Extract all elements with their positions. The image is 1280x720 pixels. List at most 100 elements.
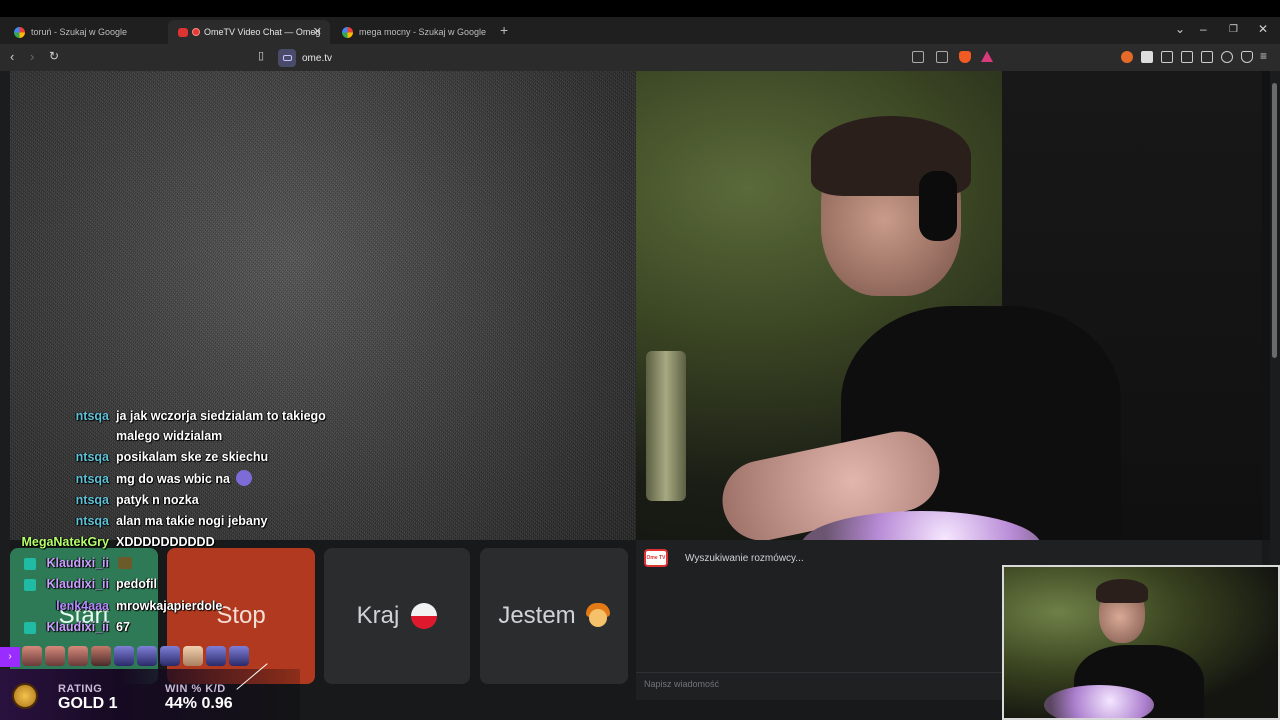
left-gutter — [0, 71, 10, 720]
subscriber-badge-icon — [24, 558, 36, 570]
chat-username: ntsqa — [75, 493, 109, 507]
extensions-puzzle-icon[interactable] — [1161, 51, 1173, 63]
chat-username: ntsqa — [75, 409, 109, 423]
chat-username: ntsqa — [75, 450, 109, 464]
agent-avatar-icon — [114, 646, 134, 666]
wallet-icon[interactable] — [1201, 51, 1213, 63]
agent-avatar-icon — [183, 646, 203, 666]
rating-value: GOLD 1 — [58, 695, 118, 712]
google-icon — [14, 26, 25, 38]
brave-rewards-icon[interactable] — [981, 51, 993, 62]
agent-avatar-icon — [91, 646, 111, 666]
win-kd-label: WIN % K/D — [165, 683, 226, 695]
agent-avatar-icon — [22, 646, 42, 666]
site-video-icon — [278, 49, 296, 67]
tab-title: toruń - Szukaj w Google — [31, 27, 128, 37]
subscriber-badge-icon — [24, 622, 36, 634]
own-camera-video — [636, 71, 1262, 540]
agent-avatar-icon — [137, 646, 157, 666]
chat-username: MegaNatekGry — [21, 535, 109, 549]
minimize-icon[interactable]: – — [1200, 22, 1207, 36]
sidebar-icon[interactable] — [1181, 51, 1193, 63]
win-kd-value: 44% 0.96 — [165, 695, 233, 712]
gold-rank-icon — [12, 683, 38, 709]
google-icon — [342, 26, 353, 38]
camera-bottle — [646, 351, 686, 501]
bookmark-icon[interactable]: ▯ — [258, 49, 264, 62]
maximize-icon[interactable]: ❐ — [1229, 24, 1238, 35]
webcam-person-hair — [1096, 579, 1148, 603]
boy-emoji-icon — [585, 603, 610, 629]
chat-message: mg do was wbic na — [116, 472, 230, 486]
agent-avatar-icon — [229, 646, 249, 666]
tab-bar: toruń - Szukaj w Google OmeTV Video Chat… — [0, 17, 1280, 44]
gender-button[interactable]: Jestem — [480, 548, 628, 684]
chat-message: ja jak wczorja siedzialam to takiego — [116, 409, 326, 423]
tab-title: OmeTV Video Chat — Omeg — [204, 27, 321, 37]
country-button[interactable]: Kraj — [324, 548, 470, 684]
tab-list-icon[interactable]: ⌄ — [1175, 22, 1185, 36]
leo-ai-icon[interactable] — [1221, 51, 1233, 63]
chat-username: ntsqa — [75, 472, 109, 486]
chat-message: alan ma takie nogi jebany — [116, 514, 268, 528]
vpn-icon[interactable] — [1241, 51, 1253, 63]
game-stats-overlay — [0, 669, 300, 720]
tab-mega-mocny[interactable]: mega mocny - Szukaj w Google — [332, 20, 492, 44]
chat-message: pedofil — [116, 577, 157, 591]
chat-message: mrowkajapierdole — [116, 599, 223, 613]
menu-icon[interactable]: ≡ — [1260, 49, 1267, 63]
agent-avatar-icon — [45, 646, 65, 666]
country-label: Kraj — [356, 602, 400, 629]
searching-status: Wyszukiwanie rozmówcy... — [685, 553, 804, 564]
chat-username: lenk4aaa — [56, 599, 109, 613]
close-window-icon[interactable]: ✕ — [1258, 22, 1268, 36]
streamer-webcam-overlay — [1002, 565, 1280, 720]
extension-fox-icon[interactable] — [1121, 51, 1133, 63]
chat-username: ntsqa — [75, 514, 109, 528]
poland-flag-icon — [411, 603, 438, 629]
reload-icon[interactable]: ↻ — [49, 49, 59, 63]
rating-label: RATING — [58, 683, 103, 695]
tab-torun[interactable]: toruń - Szukaj w Google — [4, 20, 170, 44]
brave-shields-icon[interactable] — [959, 51, 971, 63]
cast-icon[interactable] — [936, 51, 948, 63]
tab-title: mega mocny - Szukaj w Google — [359, 27, 487, 37]
emote-icon — [118, 557, 132, 569]
back-icon[interactable]: ‹ — [10, 49, 14, 64]
partner-video-static — [10, 71, 636, 540]
stop-label: Stop — [216, 602, 266, 629]
chat-message: 67 — [116, 620, 130, 634]
chat-username: Klaudixi_ii — [46, 577, 109, 591]
subscriber-badge-icon — [24, 579, 36, 591]
emote-icon — [236, 470, 252, 486]
ometv-favicon-icon — [178, 27, 188, 37]
close-tab-icon[interactable]: ✕ — [313, 25, 322, 38]
chat-message: patyk n nozka — [116, 493, 199, 507]
chat-username: Klaudixi_ii — [46, 556, 109, 570]
chat-message: malego widzialam — [116, 429, 223, 443]
ometv-logo: Ome TV — [644, 549, 668, 567]
camera-person — [715, 116, 1121, 540]
extension-icon[interactable] — [1141, 51, 1153, 63]
agent-avatar-icon — [68, 646, 88, 666]
recording-icon — [192, 28, 200, 36]
url-field[interactable]: ome.tv — [278, 48, 332, 68]
webcam-gaming-mouse — [1044, 685, 1154, 718]
forward-icon[interactable]: › — [30, 49, 34, 64]
top-strip — [0, 0, 1280, 17]
agent-avatar-icon — [206, 646, 226, 666]
chat-message: posikalam ske ze skiechu — [116, 450, 269, 464]
new-tab-button[interactable]: + — [500, 22, 508, 38]
message-input[interactable]: Napisz wiadomość — [644, 679, 719, 689]
gender-label: Jestem — [498, 602, 576, 629]
address-bar-row: ‹ › ↻ ▯ ome.tv ≡ — [0, 44, 1280, 71]
chat-message: XDDDDDDDDDD — [116, 535, 215, 549]
translate-icon[interactable] — [912, 51, 924, 63]
headset-icon — [919, 171, 957, 241]
chat-username: Klaudixi_ii — [46, 620, 109, 634]
agent-avatar-icon — [160, 646, 180, 666]
tab-ometv[interactable]: OmeTV Video Chat — Omeg ✕ — [168, 20, 330, 44]
expand-arrow-icon[interactable]: › — [0, 647, 20, 667]
url-text: ome.tv — [302, 52, 333, 64]
scrollbar-thumb[interactable] — [1272, 83, 1277, 358]
